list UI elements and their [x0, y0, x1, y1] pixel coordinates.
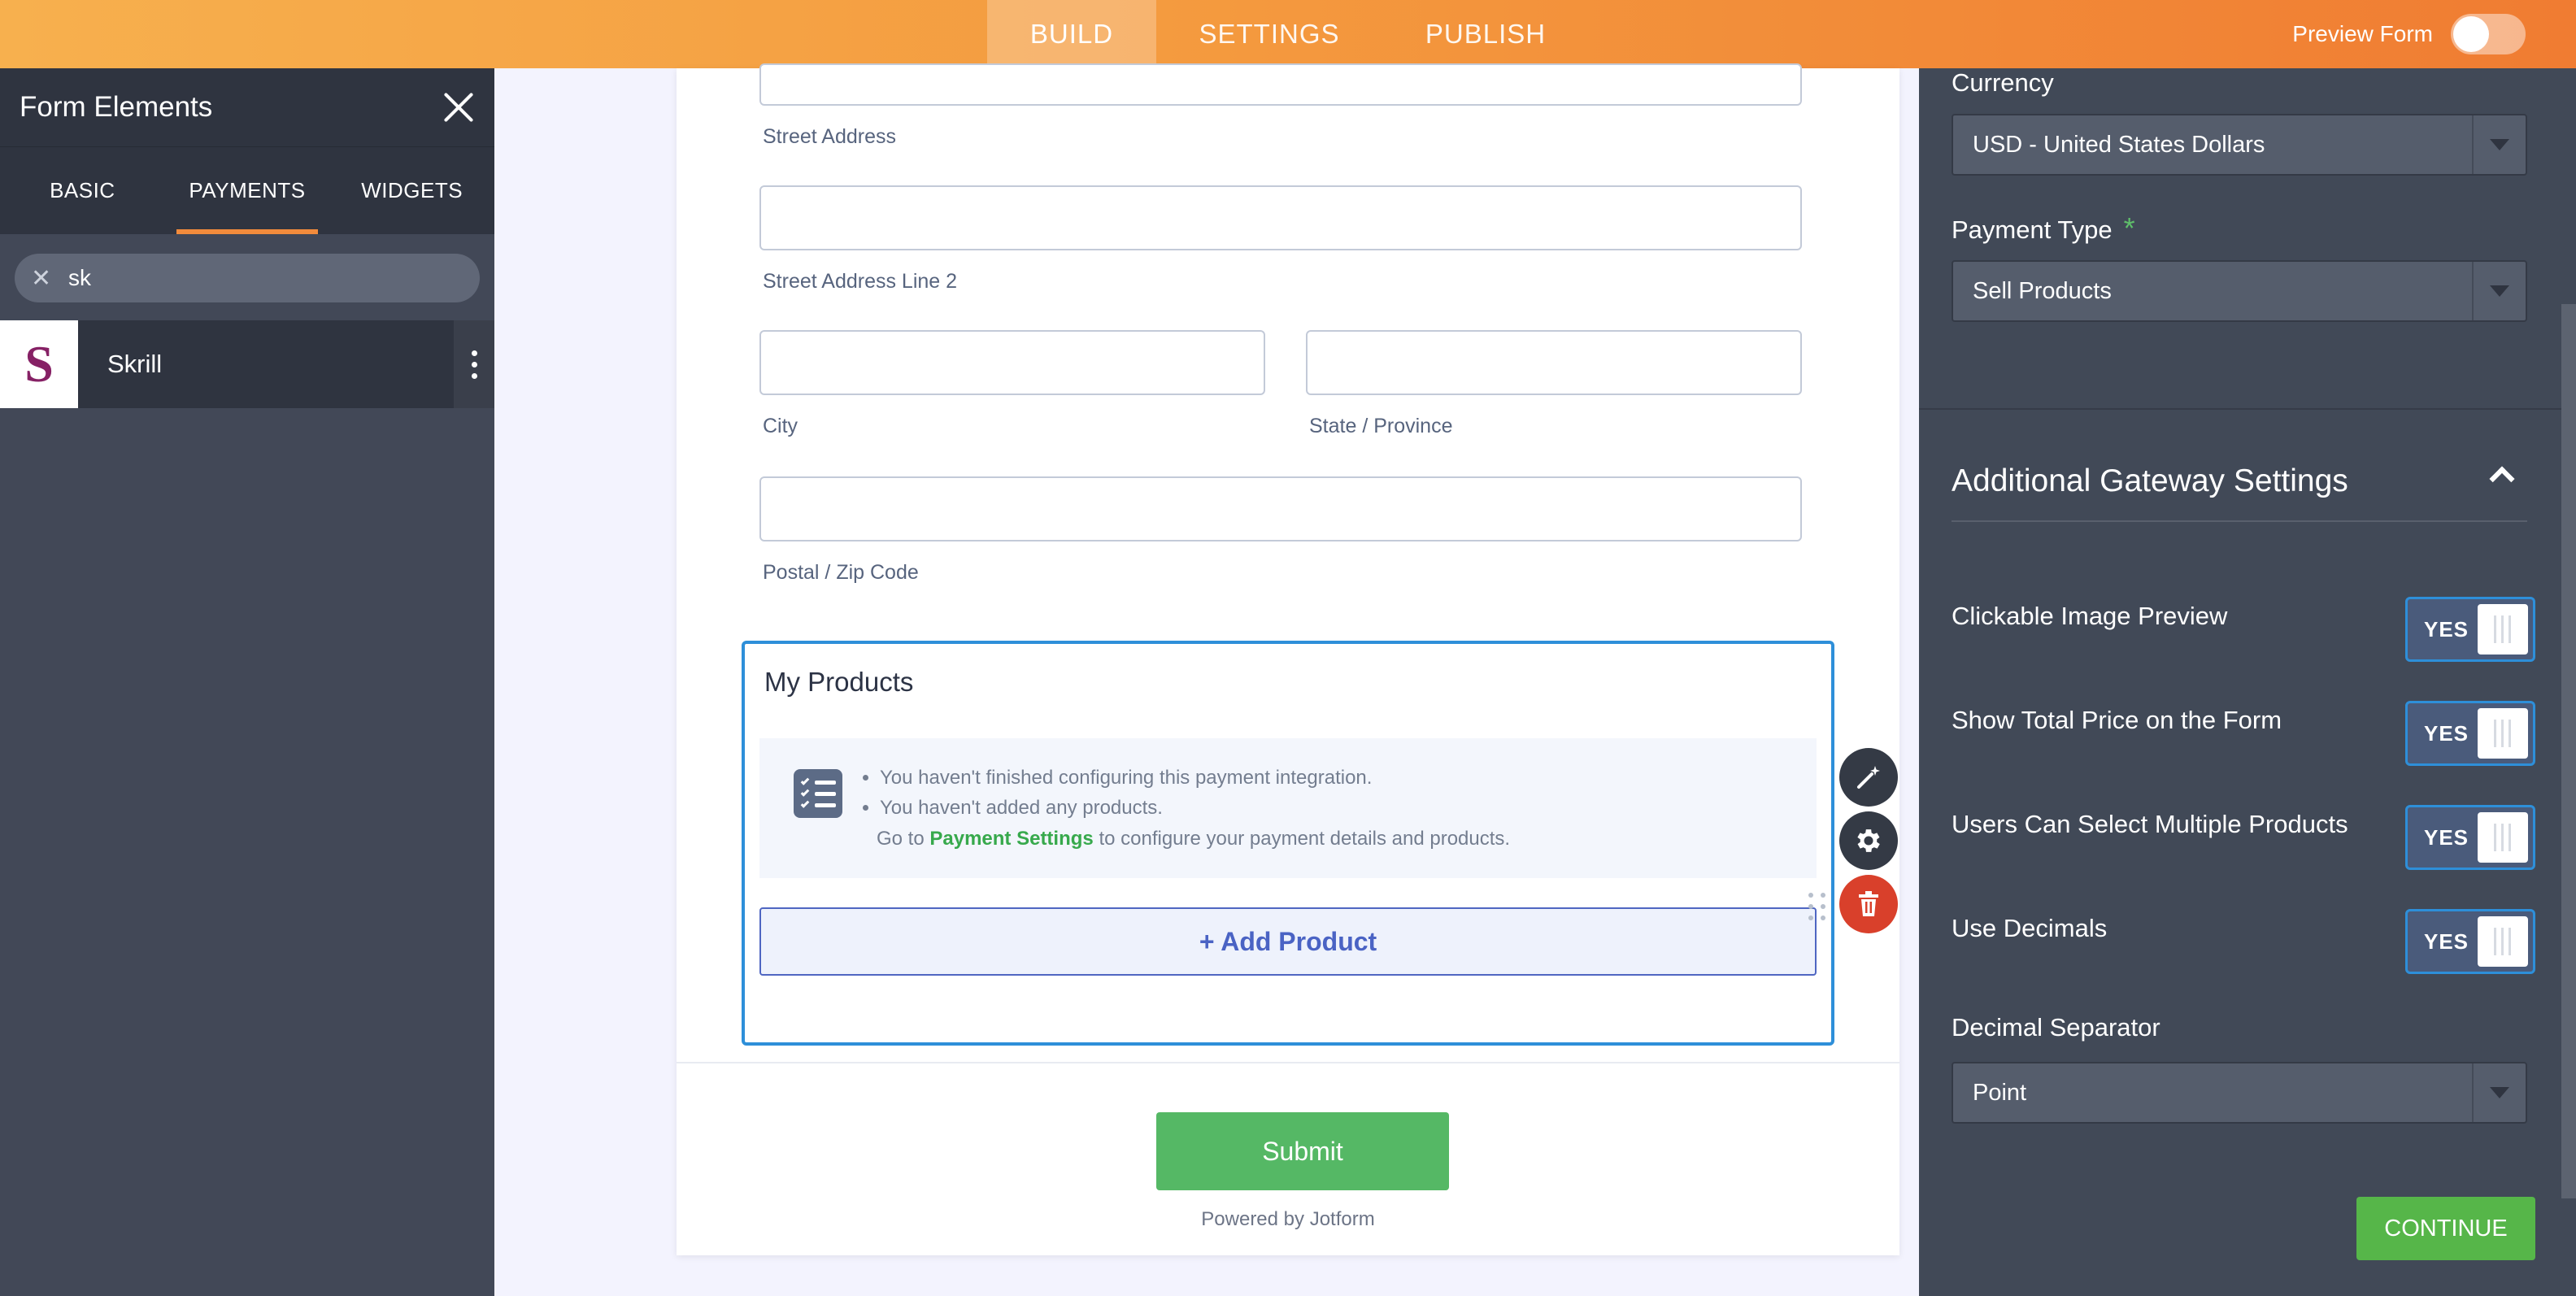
preview-form-label: Preview Form: [2292, 21, 2433, 46]
add-product-button[interactable]: + Add Product: [759, 907, 1817, 976]
drag-handle-icon[interactable]: [1808, 893, 1826, 920]
street-address-line2-input[interactable]: [759, 185, 1802, 250]
toggle-knob: [2478, 708, 2528, 759]
toggle-value: YES: [2424, 929, 2469, 954]
more-options-icon[interactable]: [454, 320, 494, 408]
form-elements-panel: Form Elements BASIC PAYMENTS WIDGETS ✕ s…: [0, 68, 494, 1296]
show-total-price-toggle[interactable]: YES: [2405, 701, 2535, 766]
toggle-label: Users Can Select Multiple Products: [1952, 810, 2348, 838]
payment-type-select[interactable]: Sell Products: [1952, 260, 2527, 322]
decimal-separator-label: Decimal Separator: [1952, 1013, 2160, 1042]
panel-header: Form Elements: [0, 68, 494, 146]
magic-wand-icon: [1857, 766, 1880, 789]
currency-label: Currency: [1952, 68, 2054, 97]
street-address-sublabel: Street Address: [763, 125, 896, 148]
submit-button[interactable]: Submit: [1156, 1112, 1449, 1190]
form-body: Street Address Street Address Line 2 Cit…: [677, 63, 1899, 1255]
state-province-input[interactable]: [1306, 330, 1802, 395]
notice-item: You haven't added any products.: [880, 793, 1372, 823]
search-input[interactable]: sk: [68, 265, 91, 291]
toggle-label: Clickable Image Preview: [1952, 602, 2228, 630]
postal-code-sublabel: Postal / Zip Code: [763, 561, 919, 584]
clear-search-icon[interactable]: ✕: [31, 264, 51, 293]
section-divider: [1952, 520, 2527, 522]
preview-form-toggle[interactable]: [2451, 14, 2526, 54]
continue-button[interactable]: CONTINUE: [2356, 1197, 2535, 1260]
toggle-knob: [2478, 604, 2528, 655]
tab-widgets[interactable]: WIDGETS: [329, 147, 494, 234]
toggle-label: Show Total Price on the Form: [1952, 706, 2282, 734]
products-title: My Products: [764, 667, 914, 697]
panel-scrollbar[interactable]: [2561, 304, 2576, 1198]
street-address-input[interactable]: [759, 63, 1802, 106]
toggle-value: YES: [2424, 824, 2469, 850]
toggle-label: Use Decimals: [1952, 914, 2108, 942]
main-nav: BUILD SETTINGS PUBLISH: [987, 0, 1589, 68]
decimal-separator-value: Point: [1973, 1079, 2027, 1106]
close-icon[interactable]: [442, 91, 475, 124]
clickable-image-preview-toggle[interactable]: YES: [2405, 597, 2535, 662]
preview-form-control: Preview Form: [2292, 0, 2526, 68]
state-province-sublabel: State / Province: [1309, 415, 1453, 437]
chevron-down-icon: [2472, 1063, 2526, 1122]
toggle-value: YES: [2424, 720, 2469, 746]
city-sublabel: City: [763, 415, 798, 437]
currency-value: USD - United States Dollars: [1973, 131, 2265, 158]
chevron-up-icon[interactable]: [2489, 466, 2515, 492]
element-item-skrill[interactable]: S Skrill: [0, 320, 494, 408]
notice-item: You haven't finished configuring this pa…: [880, 763, 1372, 793]
panel-title: Form Elements: [20, 91, 213, 123]
city-input[interactable]: [759, 330, 1265, 395]
toggle-knob: [2478, 812, 2528, 863]
payment-type-label: Payment Type *: [1952, 211, 2135, 246]
toggle-value: YES: [2424, 616, 2469, 641]
postal-code-input[interactable]: [759, 476, 1802, 541]
trash-icon: [1859, 891, 1878, 916]
form-canvas: Street Address Street Address Line 2 Cit…: [494, 63, 1919, 1296]
payment-type-value: Sell Products: [1973, 277, 2112, 304]
tab-settings[interactable]: SETTINGS: [1156, 0, 1382, 68]
top-bar: BUILD SETTINGS PUBLISH Preview Form: [0, 0, 2576, 68]
tab-payments[interactable]: PAYMENTS: [165, 147, 330, 234]
notice-prefix: Go to: [877, 828, 925, 850]
decimal-separator-select[interactable]: Point: [1952, 1062, 2527, 1124]
element-search[interactable]: ✕ sk: [15, 254, 480, 302]
magic-wand-button[interactable]: [1839, 748, 1898, 807]
powered-by-text: Powered by Jotform: [1201, 1208, 1375, 1230]
gear-icon: [1857, 829, 1880, 852]
multiple-products-toggle[interactable]: YES: [2405, 805, 2535, 870]
element-label: Skrill: [107, 350, 163, 378]
notice-suffix: to configure your payment details and pr…: [1099, 828, 1511, 850]
tab-basic[interactable]: BASIC: [0, 147, 165, 234]
panel-divider: [1919, 408, 2561, 410]
my-products-field[interactable]: My Products You haven't finished configu…: [742, 641, 1834, 1046]
currency-select[interactable]: USD - United States Dollars: [1952, 114, 2527, 176]
element-tabs: BASIC PAYMENTS WIDGETS: [0, 146, 494, 234]
checklist-icon: [794, 769, 842, 818]
required-icon: *: [2123, 211, 2135, 245]
form-divider: [677, 1062, 1899, 1063]
payment-settings-link[interactable]: Payment Settings: [929, 828, 1093, 850]
field-settings-button[interactable]: [1839, 811, 1898, 870]
use-decimals-toggle[interactable]: YES: [2405, 909, 2535, 974]
tab-build[interactable]: BUILD: [987, 0, 1156, 68]
payment-type-label-text: Payment Type: [1952, 215, 2113, 244]
notice-instruction: Go to Payment Settings to configure your…: [877, 828, 1510, 850]
configuration-notice: You haven't finished configuring this pa…: [759, 738, 1817, 878]
chevron-down-icon: [2472, 262, 2526, 320]
skrill-logo-icon: S: [0, 320, 78, 408]
section-title: Additional Gateway Settings: [1952, 463, 2348, 498]
tab-publish[interactable]: PUBLISH: [1382, 0, 1589, 68]
street-address-line2-sublabel: Street Address Line 2: [763, 270, 958, 293]
toggle-knob: [2453, 16, 2489, 52]
delete-field-button[interactable]: [1839, 875, 1898, 933]
payment-settings-panel: Currency USD - United States Dollars Pay…: [1919, 68, 2576, 1296]
notice-list: You haven't finished configuring this pa…: [875, 763, 1372, 823]
chevron-down-icon: [2472, 115, 2526, 174]
toggle-knob: [2478, 916, 2528, 967]
